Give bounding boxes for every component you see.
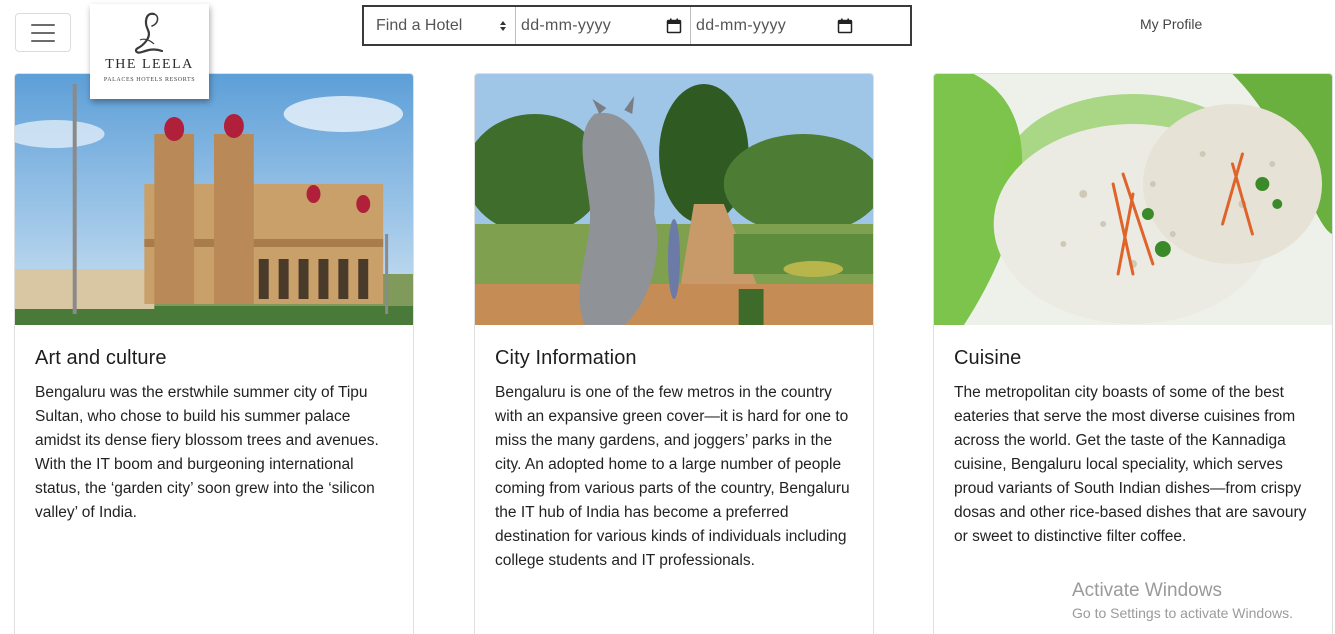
- hamburger-icon-bar: [31, 31, 55, 34]
- brand-logo[interactable]: THE LEELA PALACES HOTELS RESORTS: [90, 4, 209, 99]
- watermark-title: Activate Windows: [1072, 580, 1222, 601]
- palace-image: [15, 74, 413, 325]
- hotel-select[interactable]: Find a Hotel: [364, 7, 516, 44]
- checkin-date-placeholder: dd-mm-yyyy: [521, 16, 612, 34]
- card-title: City Information: [495, 347, 637, 369]
- card-title: Cuisine: [954, 347, 1022, 369]
- dosa-dish-image: [934, 74, 1332, 325]
- card-art-and-culture: Art and culture Bengaluru was the erstwh…: [14, 73, 414, 634]
- card-text: Bengaluru is one of the few metros in th…: [495, 384, 850, 569]
- card-title: Art and culture: [35, 347, 167, 369]
- checkout-date-placeholder: dd-mm-yyyy: [696, 16, 787, 34]
- my-profile-link[interactable]: My Profile: [1140, 16, 1202, 32]
- page: THE LEELA PALACES HOTELS RESORTS Find a …: [0, 0, 1335, 634]
- brand-name: THE LEELA: [105, 57, 194, 72]
- hotel-select-value: Find a Hotel: [376, 16, 463, 34]
- leela-monogram-icon: [134, 12, 163, 54]
- card-text: Bengaluru was the erstwhile summer city …: [35, 384, 379, 521]
- menu-toggle-button[interactable]: [15, 13, 71, 52]
- watermark-subtitle: Go to Settings to activate Windows.: [1072, 605, 1293, 621]
- hamburger-icon: [31, 23, 55, 26]
- calendar-icon[interactable]: [837, 18, 853, 34]
- garden-statue-image: [475, 74, 873, 325]
- checkout-date-input[interactable]: dd-mm-yyyy: [691, 7, 861, 44]
- brand-tagline: PALACES HOTELS RESORTS: [103, 77, 196, 83]
- checkin-date-input[interactable]: dd-mm-yyyy: [516, 7, 691, 44]
- calendar-icon[interactable]: [666, 18, 682, 34]
- sort-arrows-icon: [500, 20, 506, 31]
- card-cuisine: Cuisine The metropolitan city boasts of …: [933, 73, 1333, 634]
- activate-windows-watermark: Activate Windows Go to Settings to activ…: [1072, 580, 1293, 621]
- hotel-search-bar: Find a Hotel dd-mm-yyyy dd-mm-yyyy: [362, 5, 912, 46]
- card-text: The metropolitan city boasts of some of …: [954, 384, 1307, 545]
- card-city-information: City Information Bengaluru is one of the…: [474, 73, 874, 634]
- hamburger-icon-bar: [31, 39, 55, 42]
